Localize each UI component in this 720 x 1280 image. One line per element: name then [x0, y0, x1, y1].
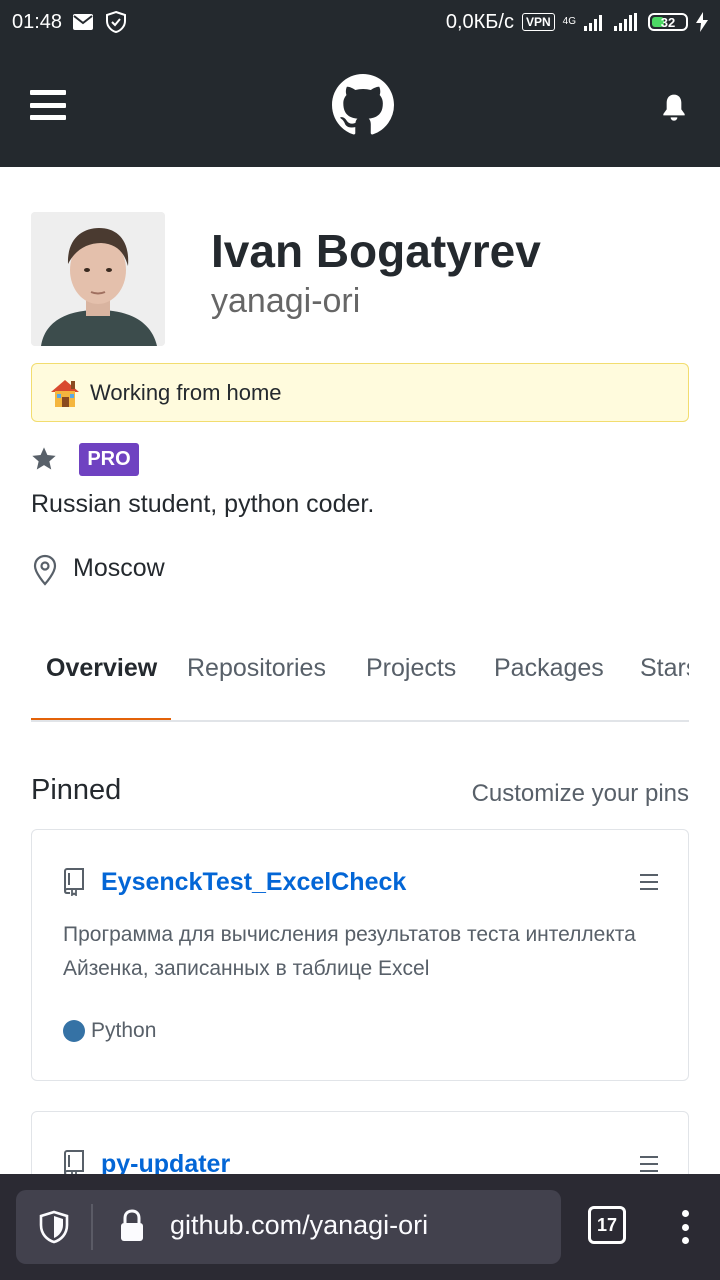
profile-bio: Russian student, python coder. — [31, 490, 375, 518]
signal-icon-2 — [614, 13, 637, 31]
location-pin-icon — [33, 554, 57, 586]
language-color-dot — [63, 1020, 85, 1042]
tab-projects[interactable]: Projects — [366, 654, 456, 683]
clock: 01:48 — [12, 10, 63, 33]
tab-count-button[interactable]: 17 — [588, 1206, 626, 1244]
battery-indicator: 32 — [648, 13, 688, 31]
site-header — [0, 44, 720, 167]
house-emoji-icon — [51, 379, 79, 407]
hamburger-icon[interactable] — [30, 90, 66, 120]
tab-packages[interactable]: Packages — [494, 654, 604, 683]
mail-notification-icon — [73, 14, 94, 30]
tab-stars[interactable]: Stars — [640, 654, 689, 683]
star-icon — [32, 447, 56, 470]
repo-name-link[interactable]: EysenckTest_ExcelCheck — [101, 868, 406, 897]
bell-icon[interactable] — [658, 92, 690, 124]
status-text: Working from home — [90, 379, 282, 405]
repo-icon — [64, 868, 84, 896]
system-status-bar: 01:48 0,0КБ/с VPN 4G 32 — [0, 0, 720, 44]
url-text[interactable]: github.com/yanagi-ori — [170, 1210, 428, 1241]
profile-name: Ivan Bogatyrev — [211, 225, 541, 277]
pro-badge: PRO — [79, 443, 139, 476]
network-speed: 0,0КБ/с — [445, 10, 514, 33]
language-label: Python — [91, 1019, 157, 1042]
vpn-indicator: VPN — [521, 13, 555, 31]
drag-handle-icon[interactable] — [640, 874, 658, 890]
profile-login: yanagi-ori — [211, 282, 361, 320]
charging-icon — [696, 12, 708, 32]
avatar[interactable] — [31, 212, 165, 346]
more-options-icon[interactable] — [678, 1210, 692, 1244]
url-bar-divider — [91, 1204, 93, 1250]
pinned-heading: Pinned — [31, 774, 122, 806]
customize-pins-link[interactable]: Customize your pins — [472, 780, 689, 808]
github-octocat-icon[interactable] — [332, 74, 394, 136]
tab-repositories[interactable]: Repositories — [187, 654, 326, 683]
network-type: 4G — [562, 16, 576, 27]
profile-tabs: Overview Repositories Projects Packages … — [31, 620, 689, 722]
url-bar[interactable]: github.com/yanagi-ori — [16, 1190, 561, 1264]
tab-overview[interactable]: Overview — [46, 654, 157, 683]
repo-description: Программа для вычисления результатов тес… — [63, 923, 636, 980]
signal-icon — [584, 15, 602, 31]
user-status[interactable]: Working from home — [31, 363, 689, 422]
tracking-protection-shield-icon[interactable] — [38, 1210, 70, 1244]
repo-language: Python — [63, 1019, 156, 1043]
drag-handle-icon[interactable] — [640, 1156, 658, 1172]
pinned-repo-card[interactable]: EysenckTest_ExcelCheck Программа для выч… — [31, 829, 689, 1081]
profile-location: Moscow — [73, 554, 165, 582]
lock-icon[interactable] — [117, 1208, 147, 1244]
shield-check-notification-icon — [106, 10, 127, 34]
active-tab-indicator — [31, 718, 171, 720]
